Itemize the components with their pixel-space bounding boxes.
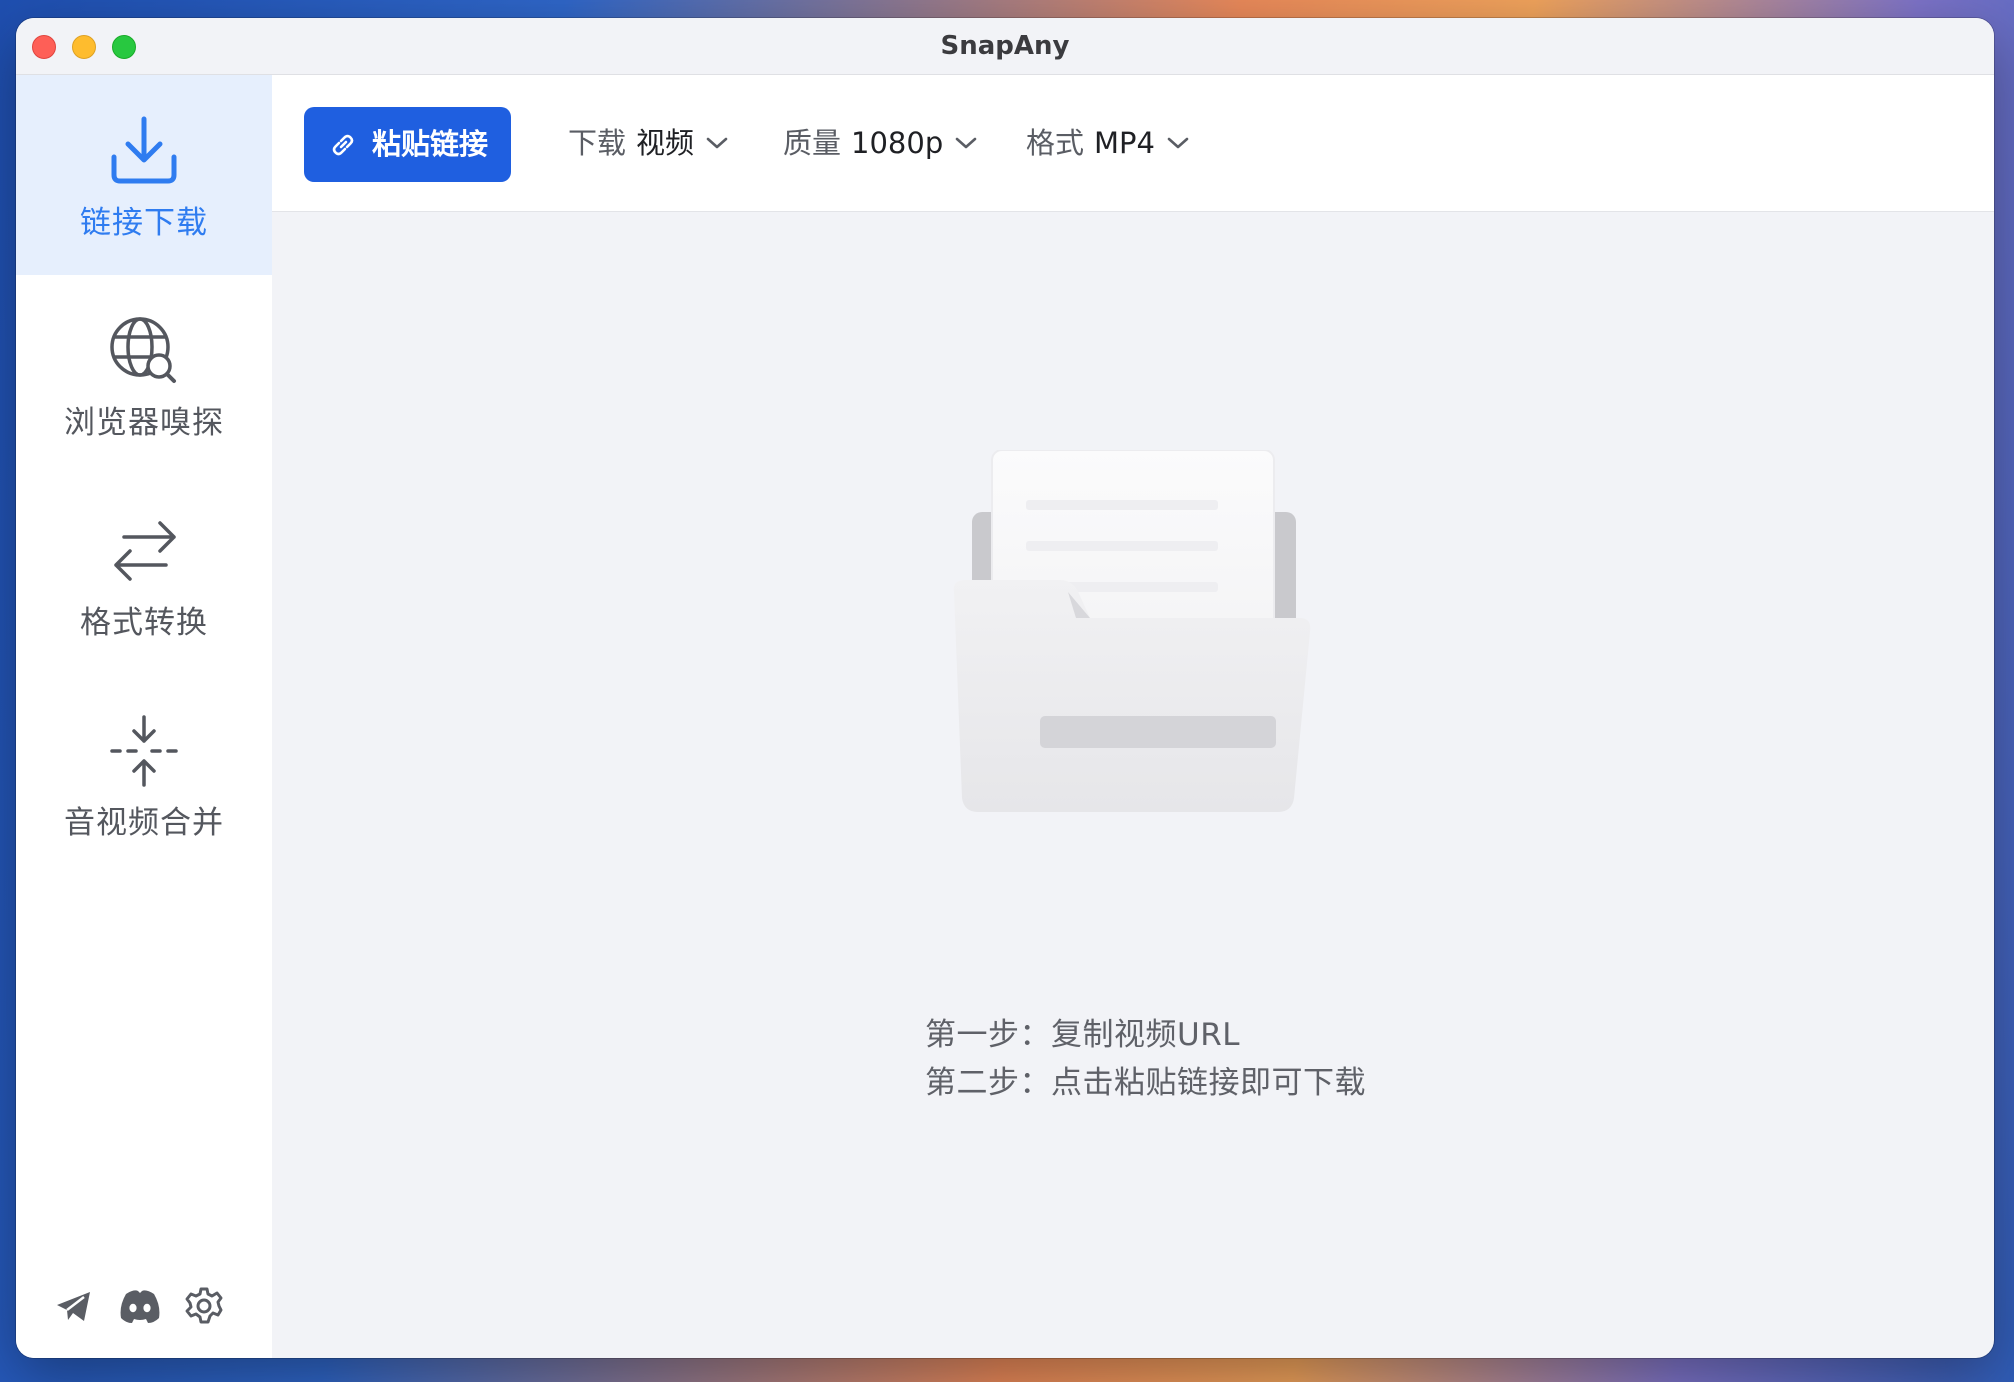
format-label: 格式 <box>1026 126 1085 160</box>
sidebar-item-label: 格式转换 <box>80 605 208 641</box>
sidebar-item-label: 音视频合并 <box>64 805 224 841</box>
paste-link-button[interactable]: 粘贴链接 <box>304 107 511 182</box>
telegram-icon[interactable] <box>54 1286 94 1326</box>
app-window: SnapAny 链接下载 浏览器嗅探 格式转换 音视频合并 粘贴链接 下载 视频… <box>16 18 1994 1358</box>
quality-dropdown[interactable]: 质量 1080p <box>783 121 977 165</box>
sidebar-item-label: 链接下载 <box>80 205 208 241</box>
merge-icon <box>110 715 178 787</box>
sidebar: 链接下载 浏览器嗅探 格式转换 音视频合并 <box>16 75 272 1358</box>
quality-label: 质量 <box>783 126 842 160</box>
window-title: SnapAny <box>940 31 1070 61</box>
chevron-down-icon <box>706 137 728 149</box>
globe-search-icon <box>110 317 176 383</box>
chevron-down-icon <box>955 137 977 149</box>
quality-value: 1080p <box>851 126 944 160</box>
sidebar-item-label: 浏览器嗅探 <box>64 405 224 441</box>
download-type-value: 视频 <box>636 126 695 160</box>
toolbar: 粘贴链接 下载 视频 质量 1080p 格式 MP4 <box>272 75 1994 212</box>
download-icon <box>111 116 177 184</box>
download-type-label: 下载 <box>568 126 627 160</box>
empty-hint-step2: 第二步：点击粘贴链接即可下载 <box>925 1065 1366 1101</box>
sidebar-item-av-merge[interactable]: 音视频合并 <box>16 675 272 875</box>
title-bar: SnapAny <box>16 18 1994 75</box>
main-content: 粘贴链接 下载 视频 质量 1080p 格式 MP4 第一步：复制视频URL 第… <box>272 75 1994 1358</box>
paste-link-label: 粘贴链接 <box>372 127 489 161</box>
sidebar-footer <box>54 1286 254 1330</box>
sidebar-item-format-convert[interactable]: 格式转换 <box>16 475 272 675</box>
format-dropdown[interactable]: 格式 MP4 <box>1026 121 1189 165</box>
empty-folder-illustration <box>953 450 1311 812</box>
sidebar-item-browser-sniff[interactable]: 浏览器嗅探 <box>16 275 272 475</box>
empty-hint-step1: 第一步：复制视频URL <box>925 1017 1240 1053</box>
swap-arrows-icon <box>114 521 176 581</box>
gear-icon[interactable] <box>184 1286 224 1326</box>
download-type-dropdown[interactable]: 下载 视频 <box>568 121 728 165</box>
discord-icon[interactable] <box>118 1286 162 1326</box>
format-value: MP4 <box>1094 126 1155 160</box>
chevron-down-icon <box>1167 137 1189 149</box>
sidebar-item-link-download[interactable]: 链接下载 <box>16 75 272 275</box>
link-icon <box>332 134 354 156</box>
